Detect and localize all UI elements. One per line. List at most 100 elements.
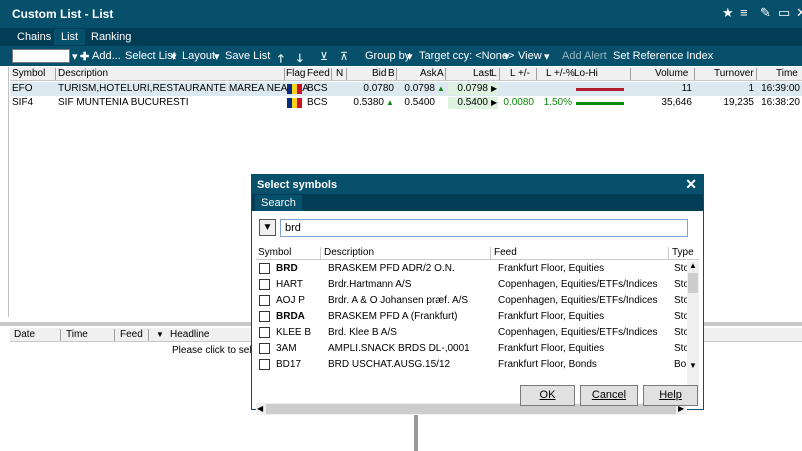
col-divider[interactable] bbox=[536, 68, 537, 80]
result-checkbox[interactable] bbox=[259, 311, 270, 322]
col-divider[interactable] bbox=[55, 68, 56, 80]
view-chevron-icon: ▾ bbox=[544, 51, 550, 63]
result-row[interactable]: AOJ P Brdr. A & O Johansen præf. A/S Cop… bbox=[256, 293, 689, 309]
col-b[interactable]: B bbox=[388, 68, 395, 79]
col-divider[interactable] bbox=[396, 68, 397, 80]
col-description[interactable]: Description bbox=[58, 68, 108, 79]
target-ccy-button[interactable]: Target ccy: <None> bbox=[419, 50, 514, 62]
help-button[interactable]: Help bbox=[643, 385, 698, 406]
tab-ranking[interactable]: Ranking bbox=[84, 29, 138, 45]
scroll-down-icon[interactable]: ▼ bbox=[689, 361, 697, 370]
col-divider[interactable] bbox=[499, 68, 500, 80]
res-col-type[interactable]: Type bbox=[672, 247, 694, 258]
result-checkbox[interactable] bbox=[259, 263, 270, 274]
result-symbol: BRDA bbox=[276, 311, 305, 322]
col-divider[interactable] bbox=[284, 68, 285, 80]
restore-icon[interactable]: ▭ bbox=[778, 5, 790, 21]
col-divider[interactable] bbox=[60, 329, 61, 341]
collapse-icon[interactable]: ⊻ bbox=[320, 50, 328, 63]
scroll-thumb[interactable] bbox=[688, 273, 698, 293]
scroll-left-icon[interactable]: ◀ bbox=[257, 404, 263, 413]
news-col-headline[interactable]: Headline bbox=[170, 329, 209, 340]
expand-icon[interactable]: ⊼ bbox=[340, 50, 348, 63]
col-divider[interactable] bbox=[346, 68, 347, 80]
table-row[interactable]: EFO TURISM,HOTELURI,RESTAURANTE MAREA NE… bbox=[10, 82, 802, 96]
col-lo-hi[interactable]: Lo-Hi bbox=[574, 68, 598, 79]
symbol-entry-field[interactable] bbox=[12, 49, 70, 63]
col-divider[interactable] bbox=[320, 247, 321, 259]
col-divider[interactable] bbox=[756, 68, 757, 80]
search-history-dropdown-button[interactable]: ▼ bbox=[259, 219, 276, 236]
row-bid: 0.5380 bbox=[353, 97, 384, 108]
results-vertical-scrollbar[interactable]: ▲ ▼ bbox=[687, 261, 699, 405]
up-arrow-icon: ▲ bbox=[386, 98, 394, 107]
result-checkbox[interactable] bbox=[259, 343, 270, 354]
add-button[interactable]: Add... bbox=[92, 50, 121, 62]
view-button[interactable]: View bbox=[518, 50, 542, 62]
col-feed[interactable]: Feed bbox=[307, 68, 330, 79]
res-col-feed[interactable]: Feed bbox=[494, 247, 517, 258]
result-checkbox[interactable] bbox=[259, 359, 270, 370]
col-a[interactable]: A bbox=[437, 68, 444, 79]
result-row[interactable]: BRDA BRASKEM PFD A (Frankfurt) Frankfurt… bbox=[256, 309, 689, 325]
result-checkbox[interactable] bbox=[259, 279, 270, 290]
col-flag[interactable]: Flag bbox=[286, 68, 305, 79]
col-l[interactable]: L bbox=[491, 68, 497, 79]
table-row[interactable]: SIF4 SIF MUNTENIA BUCURESTI BCS 0.5380 ▲… bbox=[10, 96, 802, 110]
news-col-date[interactable]: Date bbox=[14, 329, 35, 340]
col-volume[interactable]: Volume bbox=[655, 68, 688, 79]
ok-button[interactable]: OK bbox=[520, 385, 575, 406]
save-list-button[interactable]: Save List bbox=[225, 50, 270, 62]
tab-chains[interactable]: Chains bbox=[10, 29, 58, 45]
layout-button[interactable]: Layout bbox=[182, 50, 215, 62]
col-divider[interactable] bbox=[630, 68, 631, 80]
headline-dropdown-icon[interactable]: ▼ bbox=[156, 330, 164, 339]
col-divider[interactable] bbox=[445, 68, 446, 80]
menu-icon[interactable]: ≡ bbox=[740, 5, 748, 20]
col-ask[interactable]: Ask bbox=[420, 68, 437, 79]
res-col-description[interactable]: Description bbox=[324, 247, 374, 258]
add-alert-button[interactable]: Add Alert bbox=[562, 50, 607, 62]
star-icon[interactable]: ★ bbox=[722, 5, 734, 21]
select-list-button[interactable]: Select List bbox=[125, 50, 176, 62]
col-symbol[interactable]: Symbol bbox=[12, 68, 45, 79]
res-col-symbol[interactable]: Symbol bbox=[258, 247, 291, 258]
symbol-dropdown-icon[interactable]: ▾ bbox=[72, 50, 78, 63]
col-divider[interactable] bbox=[668, 247, 669, 259]
tab-search[interactable]: Search bbox=[255, 195, 302, 211]
cancel-button[interactable]: Cancel bbox=[580, 385, 638, 406]
symbol-search-input[interactable] bbox=[280, 219, 688, 237]
result-description: AMPLI.SNACK BRDS DL-,0001 bbox=[328, 343, 470, 354]
col-divider[interactable] bbox=[114, 329, 115, 341]
scroll-up-icon[interactable]: ▲ bbox=[689, 261, 697, 270]
set-reference-index-button[interactable]: Set Reference Index bbox=[613, 50, 713, 62]
news-col-feed[interactable]: Feed bbox=[120, 329, 143, 340]
col-divider[interactable] bbox=[148, 329, 149, 341]
col-time[interactable]: Time bbox=[776, 68, 798, 79]
col-n[interactable]: N bbox=[336, 68, 343, 79]
result-row[interactable]: 3AM AMPLI.SNACK BRDS DL-,0001 Frankfurt … bbox=[256, 341, 689, 357]
result-row[interactable]: BD17 BRD USCHAT.AUSG.15/12 Frankfurt Flo… bbox=[256, 357, 686, 373]
col-bid[interactable]: Bid bbox=[372, 68, 386, 79]
col-last[interactable]: Last bbox=[473, 68, 492, 79]
dialog-title-bar: Select symbols ✕ bbox=[252, 175, 703, 194]
tab-list[interactable]: List bbox=[54, 29, 86, 45]
news-col-time[interactable]: Time bbox=[66, 329, 88, 340]
col-divider[interactable] bbox=[490, 247, 491, 259]
result-feed: Frankfurt Floor, Bonds bbox=[498, 359, 597, 370]
dialog-close-icon[interactable]: ✕ bbox=[685, 176, 697, 193]
wrench-icon[interactable]: ✎ bbox=[760, 5, 771, 21]
row-description: SIF MUNTENIA BUCURESTI bbox=[58, 97, 189, 108]
close-icon[interactable]: ✕ bbox=[796, 5, 802, 21]
result-checkbox[interactable] bbox=[259, 295, 270, 306]
result-row[interactable]: KLEE B Brd. Klee B A/S Copenhagen, Equit… bbox=[256, 325, 689, 341]
result-row[interactable]: BRD BRASKEM PFD ADR/2 O.N. Frankfurt Flo… bbox=[256, 261, 689, 277]
result-checkbox[interactable] bbox=[259, 327, 270, 338]
col-divider[interactable] bbox=[331, 68, 332, 80]
group-by-button[interactable]: Group by bbox=[365, 50, 410, 62]
col-divider[interactable] bbox=[694, 68, 695, 80]
col-turnover[interactable]: Turnover bbox=[714, 68, 754, 79]
col-change[interactable]: L +/- bbox=[510, 68, 530, 79]
col-change-pct[interactable]: L +/-% bbox=[546, 68, 575, 79]
result-row[interactable]: HART Brdr.Hartmann A/S Copenhagen, Equit… bbox=[256, 277, 689, 293]
